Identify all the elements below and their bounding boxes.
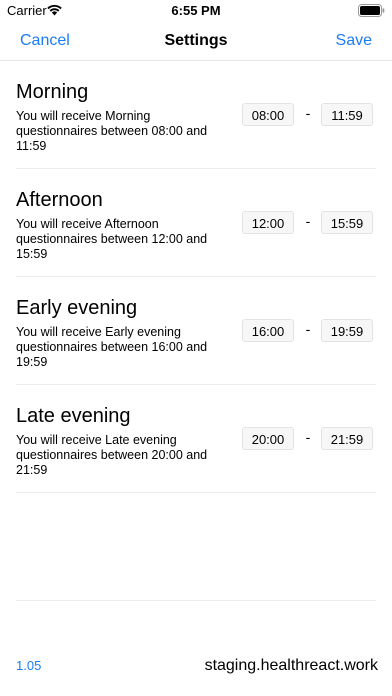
section-title: Late evening [16, 405, 131, 427]
range-separator: - [305, 105, 311, 121]
save-button[interactable]: Save [336, 32, 372, 50]
status-bar: Carrier 6:55 PM [0, 0, 392, 22]
section-title: Early evening [16, 297, 138, 319]
end-time-picker[interactable]: 21:59 [321, 427, 373, 450]
section-title: Afternoon [16, 189, 103, 211]
start-time-picker[interactable]: 20:00 [242, 427, 294, 450]
end-time-picker[interactable]: 11:59 [321, 103, 373, 126]
section-description: You will receive Late evening questionna… [16, 433, 208, 477]
end-time-picker[interactable]: 19:59 [321, 319, 373, 342]
section-title: Morning [16, 81, 89, 103]
battery-icon [358, 4, 385, 17]
start-time-picker[interactable]: 12:00 [242, 211, 294, 234]
version-label[interactable]: 1.05 [16, 658, 41, 673]
server-domain-label: staging.healthreact.work [204, 657, 378, 674]
navigation-bar: Cancel Settings Save [0, 22, 392, 61]
section-early-evening: Early evening You will receive Early eve… [16, 277, 376, 385]
range-separator: - [305, 321, 311, 337]
section-morning: Morning You will receive Morning questio… [16, 61, 376, 169]
time-window-list: Morning You will receive Morning questio… [0, 61, 392, 493]
start-time-picker[interactable]: 16:00 [242, 319, 294, 342]
page-title: Settings [164, 32, 228, 49]
section-late-evening: Late evening You will receive Late eveni… [16, 385, 376, 493]
section-description: You will receive Early evening questionn… [16, 325, 208, 369]
start-time-picker[interactable]: 08:00 [242, 103, 294, 126]
end-time-picker[interactable]: 15:59 [321, 211, 373, 234]
range-separator: - [305, 213, 311, 229]
section-description: You will receive Afternoon questionnaire… [16, 217, 208, 261]
section-afternoon: Afternoon You will receive Afternoon que… [16, 169, 376, 277]
range-separator: - [305, 429, 311, 445]
section-description: You will receive Morning questionnaires … [16, 109, 208, 153]
status-time: 6:55 PM [171, 3, 221, 18]
footer-divider [16, 600, 376, 601]
